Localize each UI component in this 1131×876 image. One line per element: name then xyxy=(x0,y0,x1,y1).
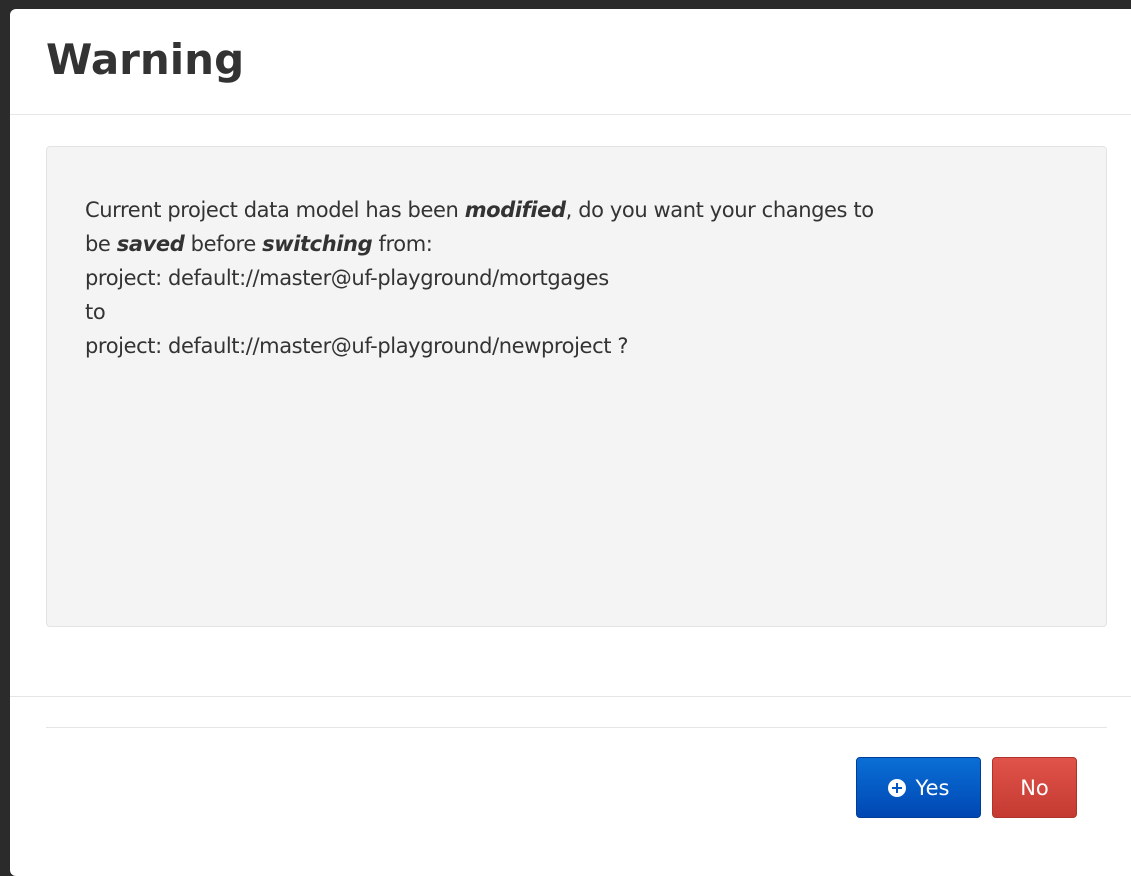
from-project: project: default://master@uf-playground/… xyxy=(85,266,609,290)
message-text-part: Current project data model has been xyxy=(85,198,465,222)
message-line-1: Current project data model has been modi… xyxy=(85,193,1075,227)
no-button-label: No xyxy=(1020,775,1049,800)
emphasis-saved: saved xyxy=(116,232,185,256)
emphasis-modified: modified xyxy=(464,198,566,222)
yes-button[interactable]: Yes xyxy=(856,757,981,818)
dialog-title: Warning xyxy=(46,35,245,84)
warning-dialog: Warning Current project data model has b… xyxy=(10,9,1131,876)
no-button[interactable]: No xyxy=(992,757,1077,818)
footer-divider-inner xyxy=(46,727,1107,728)
footer-divider xyxy=(10,696,1131,697)
message-panel: Current project data model has been modi… xyxy=(46,146,1107,627)
message-text-part: , do you want your changes to xyxy=(565,198,874,222)
warning-message: Current project data model has been modi… xyxy=(85,193,1075,363)
to-project: project: default://master@uf-playground/… xyxy=(85,334,629,358)
yes-button-label: Yes xyxy=(915,775,950,800)
dialog-header: Warning xyxy=(10,9,1131,115)
plus-circle-icon xyxy=(887,778,906,797)
message-text-part: be xyxy=(85,232,117,256)
message-text-part: from: xyxy=(372,232,433,256)
message-text-part: before xyxy=(184,232,263,256)
emphasis-switching: switching xyxy=(262,232,373,256)
to-label: to xyxy=(85,300,106,324)
message-line-2: be saved before switching from: xyxy=(85,227,1075,261)
